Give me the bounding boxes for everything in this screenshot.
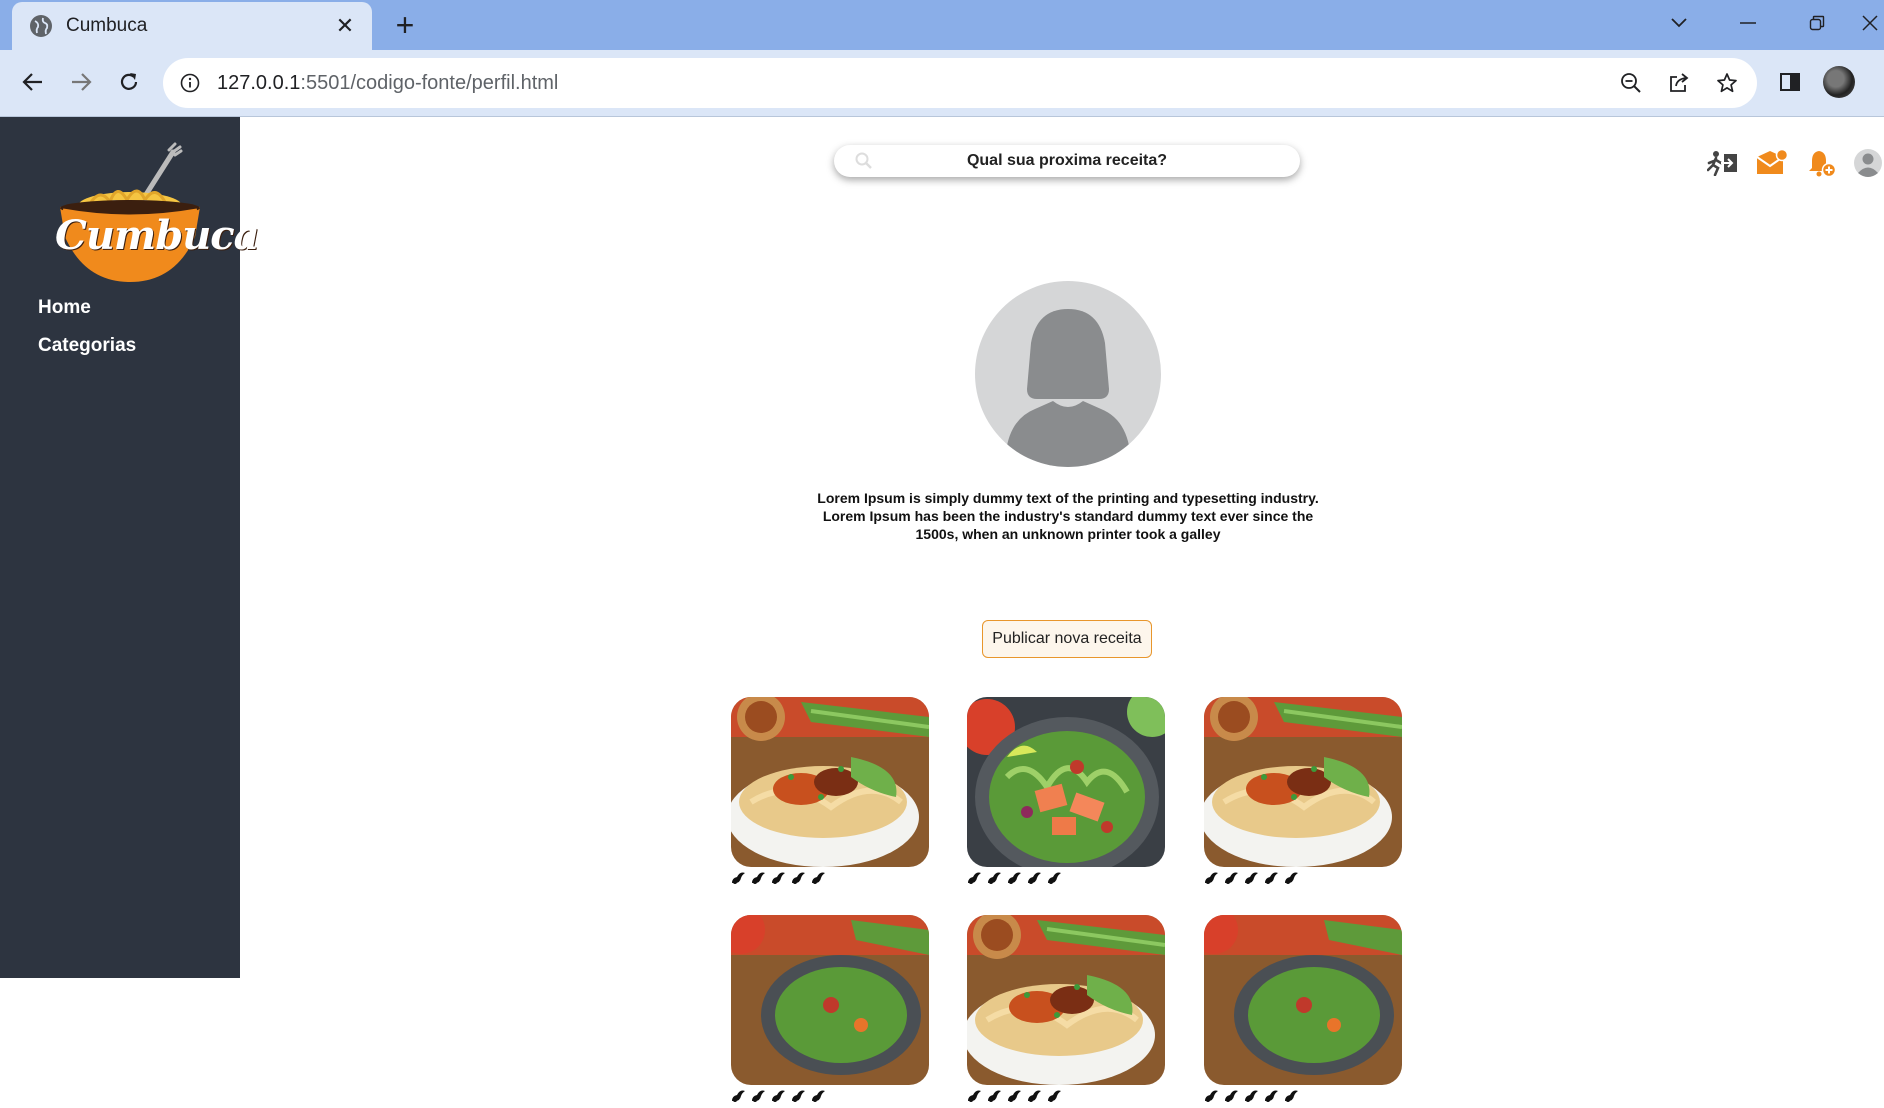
sidebar: Cumbuca Home Categorias — [0, 117, 260, 978]
rating-icon[interactable] — [771, 871, 787, 885]
rating-icon[interactable] — [1284, 1089, 1300, 1103]
rating-icon[interactable] — [731, 1089, 747, 1103]
rating-icon[interactable] — [987, 871, 1003, 885]
rating-icon[interactable] — [1007, 1089, 1023, 1103]
rating-icon[interactable] — [771, 1089, 787, 1103]
recipe-image[interactable] — [731, 697, 929, 867]
recipe-card[interactable] — [731, 697, 929, 885]
rating-icon[interactable] — [1204, 871, 1220, 885]
rating-icon[interactable] — [967, 871, 983, 885]
rating-icon[interactable] — [1224, 1089, 1240, 1103]
recipe-card[interactable] — [967, 697, 1165, 885]
browser-toolbar: 127.0.0.1:5501/codigo-fonte/perfil.html — [0, 50, 1884, 117]
minimize-icon[interactable] — [1730, 8, 1766, 38]
forward-arrow-icon[interactable] — [63, 64, 99, 100]
recipe-rating — [731, 871, 929, 885]
logout-icon[interactable] — [1706, 147, 1740, 179]
rating-icon[interactable] — [1244, 1089, 1260, 1103]
browser-profile-avatar[interactable] — [1821, 64, 1857, 100]
tab-search-chevron-icon[interactable] — [1661, 8, 1697, 38]
url-text[interactable]: 127.0.0.1:5501/codigo-fonte/perfil.html — [217, 72, 1613, 95]
recipe-rating — [967, 871, 1165, 885]
search-placeholder: Qual sua proxima receita? — [966, 152, 1168, 169]
site-info-icon[interactable] — [179, 72, 201, 94]
rating-icon[interactable] — [751, 871, 767, 885]
rating-icon[interactable] — [811, 1089, 827, 1103]
user-silhouette-icon — [1005, 309, 1131, 467]
address-bar[interactable]: 127.0.0.1:5501/codigo-fonte/perfil.html — [163, 58, 1757, 108]
search-icon — [854, 151, 874, 176]
recipe-image[interactable] — [1204, 697, 1402, 867]
close-tab-icon[interactable]: ✕ — [332, 13, 358, 39]
rating-icon[interactable] — [987, 1089, 1003, 1103]
recipe-card[interactable] — [1204, 697, 1402, 885]
profile-picture-icon — [1823, 66, 1855, 98]
recipe-rating — [731, 1089, 929, 1103]
recipe-card[interactable] — [731, 915, 929, 1103]
rating-icon[interactable] — [967, 1089, 983, 1103]
rating-icon[interactable] — [1007, 871, 1023, 885]
recipe-card[interactable] — [967, 915, 1165, 1103]
back-arrow-icon[interactable] — [15, 64, 51, 100]
rating-icon[interactable] — [731, 871, 747, 885]
bell-add-icon[interactable] — [1805, 147, 1839, 179]
rating-icon[interactable] — [1244, 871, 1260, 885]
cumbuca-logo[interactable]: Cumbuca — [55, 142, 260, 282]
rating-icon[interactable] — [791, 1089, 807, 1103]
zoom-out-icon[interactable] — [1613, 65, 1649, 101]
globe-icon — [30, 15, 52, 37]
recipe-rating — [967, 1089, 1165, 1103]
rating-icon[interactable] — [1204, 1089, 1220, 1103]
rating-icon[interactable] — [1027, 871, 1043, 885]
bookmark-star-icon[interactable] — [1709, 65, 1745, 101]
share-icon[interactable] — [1661, 65, 1697, 101]
rating-icon[interactable] — [1224, 871, 1240, 885]
rating-icon[interactable] — [1047, 871, 1063, 885]
url-path: :5501/codigo-fonte/perfil.html — [300, 71, 559, 94]
mail-notification-icon[interactable] — [1755, 147, 1789, 179]
main-content: Qual sua proxima receita? Lorem Ipsum is… — [240, 117, 1884, 1102]
tab-title: Cumbuca — [66, 15, 148, 36]
browser-tab-strip: Cumbuca ✕ + — [0, 0, 1884, 50]
recipe-image[interactable] — [731, 915, 929, 1085]
recipe-image[interactable] — [1204, 915, 1402, 1085]
restore-icon[interactable] — [1799, 8, 1835, 38]
rating-icon[interactable] — [811, 871, 827, 885]
browser-tab[interactable]: Cumbuca ✕ — [12, 2, 372, 50]
rating-icon[interactable] — [1264, 1089, 1280, 1103]
recipe-card[interactable] — [1204, 915, 1402, 1103]
rating-icon[interactable] — [1027, 1089, 1043, 1103]
profile-bio: Lorem Ipsum is simply dummy text of the … — [817, 490, 1319, 542]
rating-icon[interactable] — [751, 1089, 767, 1103]
user-account-icon[interactable] — [1852, 147, 1884, 179]
sidebar-item-home[interactable]: Home — [38, 297, 91, 319]
side-panel-icon[interactable] — [1772, 64, 1808, 100]
rating-icon[interactable] — [1047, 1089, 1063, 1103]
new-tab-icon[interactable]: + — [390, 7, 420, 43]
logo-text: Cumbuca — [55, 212, 260, 259]
rating-icon[interactable] — [1264, 871, 1280, 885]
profile-avatar — [975, 281, 1161, 467]
recipe-image[interactable] — [967, 915, 1165, 1085]
publish-recipe-button[interactable]: Publicar nova receita — [982, 620, 1152, 658]
reload-icon[interactable] — [111, 64, 147, 100]
search-input[interactable]: Qual sua proxima receita? — [834, 145, 1300, 177]
rating-icon[interactable] — [1284, 871, 1300, 885]
recipe-rating — [1204, 871, 1402, 885]
sidebar-item-categorias[interactable]: Categorias — [38, 335, 136, 357]
rating-icon[interactable] — [791, 871, 807, 885]
url-host: 127.0.0.1 — [217, 71, 301, 94]
recipe-rating — [1204, 1089, 1402, 1103]
recipe-image[interactable] — [967, 697, 1165, 867]
close-window-icon[interactable] — [1856, 8, 1884, 38]
